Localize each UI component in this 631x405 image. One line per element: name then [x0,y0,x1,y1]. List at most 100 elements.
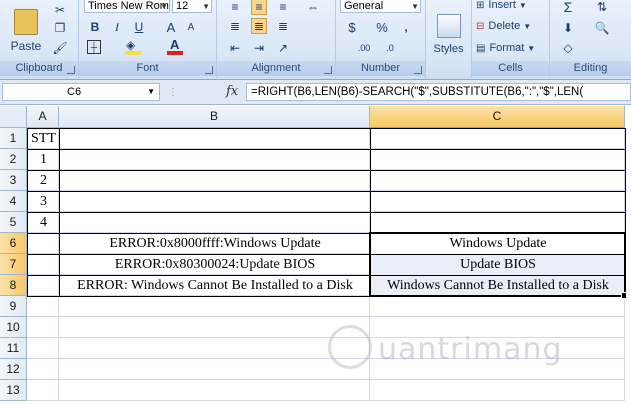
select-all-corner[interactable] [0,106,27,128]
column-header-c[interactable]: C [370,106,625,128]
shrink-font-icon[interactable]: A [183,19,199,35]
grow-font-icon[interactable]: A [163,19,179,35]
sort-filter-icon[interactable]: ⇅ [594,0,610,15]
delete-button[interactable]: ⊟ Delete ▼ [476,18,531,34]
font-name-select[interactable]: Times New Roman ▼ [84,0,170,13]
ribbon: Paste ✂ ❐ 🖌 Clipboard Times New Roman ▼ … [0,0,631,80]
font-color-icon[interactable]: A [167,37,183,55]
clipboard-launcher-icon[interactable] [67,66,75,74]
cell-c8[interactable]: Windows Cannot Be Installed to a Disk [370,275,626,297]
row-header-5[interactable]: 5 [0,212,27,233]
increase-indent-icon[interactable]: ⇥ [251,40,267,56]
align-center-icon[interactable]: ≡ [251,0,267,15]
cell-b6[interactable]: ERROR:0x8000ffff:Windows Update [59,233,371,255]
cell-a8[interactable] [27,275,60,297]
editing-group-label: Editing [550,61,631,76]
row-header-2[interactable]: 2 [0,149,27,170]
align-top-icon[interactable]: ≣ [227,18,243,34]
chevron-down-icon: ▼ [160,2,168,11]
number-launcher-icon[interactable] [414,66,422,74]
cell-c7[interactable]: Update BIOS [370,254,626,276]
align-left-icon[interactable]: ≡ [227,0,243,15]
cell-c5[interactable] [370,212,626,234]
clear-icon[interactable]: ◇ [560,40,576,56]
cell-a1[interactable]: STT [27,128,60,150]
underline-button[interactable]: U [131,19,147,35]
currency-button[interactable]: $ [344,19,360,35]
decrease-indent-icon[interactable]: ⇤ [227,40,243,56]
row-header-4[interactable]: 4 [0,191,27,212]
copy-icon[interactable]: ❐ [52,20,68,36]
cell-c4[interactable] [370,191,626,213]
font-launcher-icon[interactable] [205,66,213,74]
align-right-icon[interactable]: ≡ [275,0,291,15]
insert-function-icon[interactable]: fx [226,84,238,99]
decrease-decimal-button[interactable]: .0 [382,40,398,56]
bold-button[interactable]: B [87,19,103,35]
cell-c1[interactable] [370,128,626,150]
name-box-value: C6 [67,86,82,98]
font-name-value: Times New Roman [88,0,169,12]
cell-a3[interactable]: 2 [27,170,60,192]
orientation-icon[interactable]: ↗ [275,40,291,56]
percent-button[interactable]: % [374,19,390,35]
row-header-9[interactable]: 9 [0,296,27,317]
alignment-launcher-icon[interactable] [324,66,332,74]
comma-button[interactable]: , [398,19,414,35]
row-header-6[interactable]: 6 [0,233,27,254]
insert-button[interactable]: ⊞ Insert ▼ [476,0,527,13]
cell-a5[interactable]: 4 [27,212,60,234]
cell-b2[interactable] [59,149,371,171]
delete-label: Delete [488,20,521,32]
row-header-12[interactable]: 12 [0,359,27,380]
autosum-icon[interactable]: Σ [560,0,576,15]
cell-c6[interactable]: Windows Update [370,233,626,255]
formula-input[interactable]: =RIGHT(B6,LEN(B6)-SEARCH("$",SUBSTITUTE(… [246,83,631,101]
cell-a4[interactable]: 3 [27,191,60,213]
row-header-1[interactable]: 1 [0,128,27,149]
editing-group: Σ ⇅ ⬇ 🔍 ◇ Editing [550,0,631,78]
find-select-icon[interactable]: 🔍 [594,20,610,36]
cell-c3[interactable] [370,170,626,192]
font-size-select[interactable]: 12 ▼ [172,0,212,13]
font-group-label: Font [79,61,216,76]
format-icon: ▤ [476,42,486,54]
cell-b4[interactable] [59,191,371,213]
styles-icon [436,13,461,38]
cell-a7[interactable] [27,254,60,276]
merge-center-icon[interactable]: ⇔ [305,0,321,15]
borders-icon[interactable]: ┼ [87,40,101,54]
styles-button[interactable]: Styles [428,0,469,62]
format-painter-icon[interactable]: 🖌 [52,40,68,56]
row-header-7[interactable]: 7 [0,254,27,275]
cell-b5[interactable] [59,212,371,234]
fill-icon[interactable]: ⬇ [560,20,576,36]
cell-c2[interactable] [370,149,626,171]
row-header-11[interactable]: 11 [0,338,27,359]
row-header-8[interactable]: 8 [0,275,27,296]
cut-icon[interactable]: ✂ [52,2,68,18]
column-header-a[interactable]: A [27,106,59,128]
cell-b1[interactable] [59,128,371,150]
cell-a2[interactable]: 1 [27,149,60,171]
row-header-3[interactable]: 3 [0,170,27,191]
alignment-group: ≡ ≡ ≡ ⇔ ≣ ≣ ≣ ⇤ ⇥ ↗ Alignment [217,0,336,78]
number-format-select[interactable]: General ▼ [340,0,421,13]
increase-decimal-button[interactable]: .00 [356,40,372,56]
align-bottom-icon[interactable]: ≣ [275,18,291,34]
align-middle-icon[interactable]: ≣ [251,18,267,34]
chevron-down-icon: ▼ [518,0,527,10]
italic-button[interactable]: I [109,19,125,35]
name-box[interactable]: C6 ▼ [2,83,160,101]
format-button[interactable]: ▤ Format ▼ [476,40,535,56]
cell-b8[interactable]: ERROR: Windows Cannot Be Installed to a … [59,275,371,297]
cell-b7[interactable]: ERROR:0x80300024:Update BIOS [59,254,371,276]
row-header-13[interactable]: 13 [0,380,27,401]
cell-b3[interactable] [59,170,371,192]
cell-a6[interactable] [27,233,60,255]
row-header-10[interactable]: 10 [0,317,27,338]
paste-button[interactable]: Paste [6,0,46,58]
fill-color-icon[interactable]: ◈ [125,38,141,55]
chevron-down-icon[interactable]: ▼ [147,84,155,100]
column-header-b[interactable]: B [59,106,370,128]
